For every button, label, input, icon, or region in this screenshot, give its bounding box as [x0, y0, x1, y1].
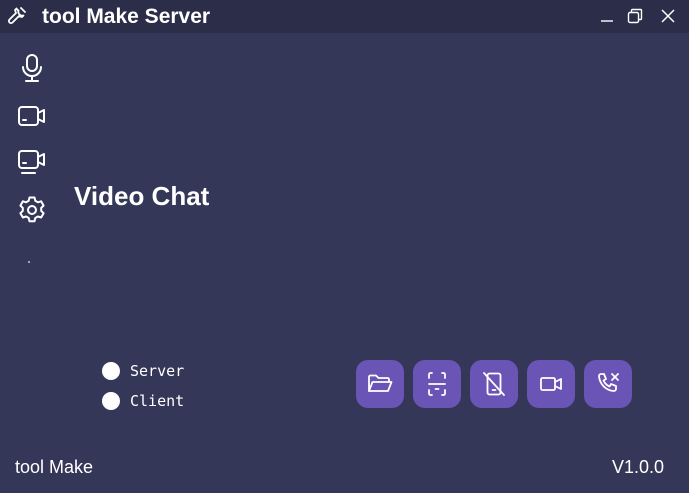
- radio-circle[interactable]: [102, 392, 120, 410]
- wrench-icon: [4, 5, 28, 29]
- footer-brand: tool Make: [15, 457, 94, 477]
- end-call-icon: [594, 370, 622, 398]
- video-camera-icon[interactable]: [16, 100, 48, 132]
- minimize-icon[interactable]: [598, 7, 616, 25]
- folder-open-icon: [366, 370, 394, 398]
- sidebar-dot: [28, 261, 30, 263]
- version-label: V1.0.0: [611, 457, 664, 477]
- close-icon[interactable]: [659, 7, 677, 25]
- restore-icon[interactable]: [626, 7, 644, 25]
- phone-off-icon: [480, 370, 508, 398]
- phone-off-button[interactable]: [470, 360, 518, 408]
- server-radio-label: Server: [130, 362, 185, 380]
- page-title: Video Chat: [74, 181, 210, 211]
- video-button[interactable]: [527, 360, 575, 408]
- window-title: tool Make Server: [42, 5, 211, 28]
- client-radio[interactable]: Client: [102, 391, 184, 411]
- settings-gear-icon[interactable]: [16, 194, 48, 226]
- end-call-button[interactable]: [584, 360, 632, 408]
- microphone-icon[interactable]: [16, 52, 48, 84]
- screen-share-icon[interactable]: [16, 146, 48, 178]
- server-radio[interactable]: Server: [102, 361, 184, 381]
- radio-circle[interactable]: [102, 362, 120, 380]
- scan-phone-button[interactable]: [413, 360, 461, 408]
- open-folder-button[interactable]: [356, 360, 404, 408]
- scan-phone-icon: [423, 370, 451, 398]
- video-icon: [537, 370, 565, 398]
- app-window: tool Make Server Video Chat Server Clien…: [0, 0, 689, 493]
- client-radio-label: Client: [130, 392, 185, 410]
- title-bar[interactable]: tool Make Server: [0, 0, 689, 33]
